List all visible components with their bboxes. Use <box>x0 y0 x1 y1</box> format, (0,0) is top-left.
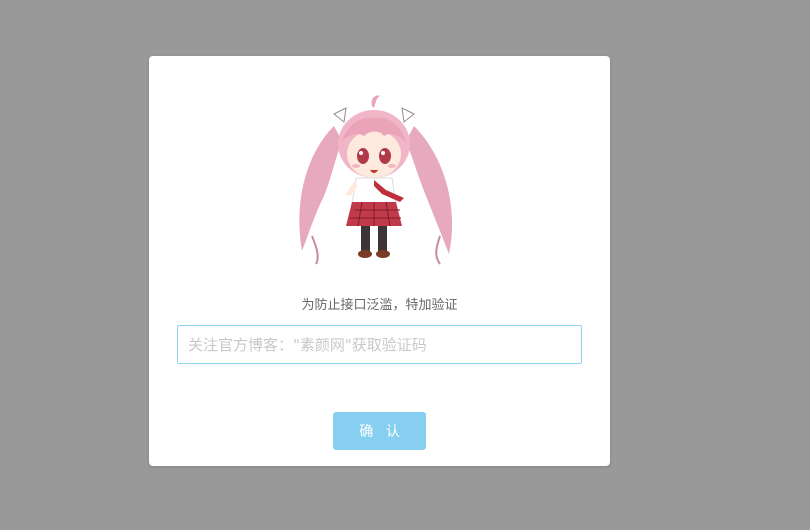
confirm-button[interactable]: 确 认 <box>333 412 426 450</box>
verification-code-input[interactable] <box>177 325 582 364</box>
anime-girl-mascot-image <box>299 95 453 265</box>
verification-prompt: 为防止接口泛滥，特加验证 <box>301 298 458 313</box>
verification-dialog: 为防止接口泛滥，特加验证 确 认 <box>149 56 610 466</box>
